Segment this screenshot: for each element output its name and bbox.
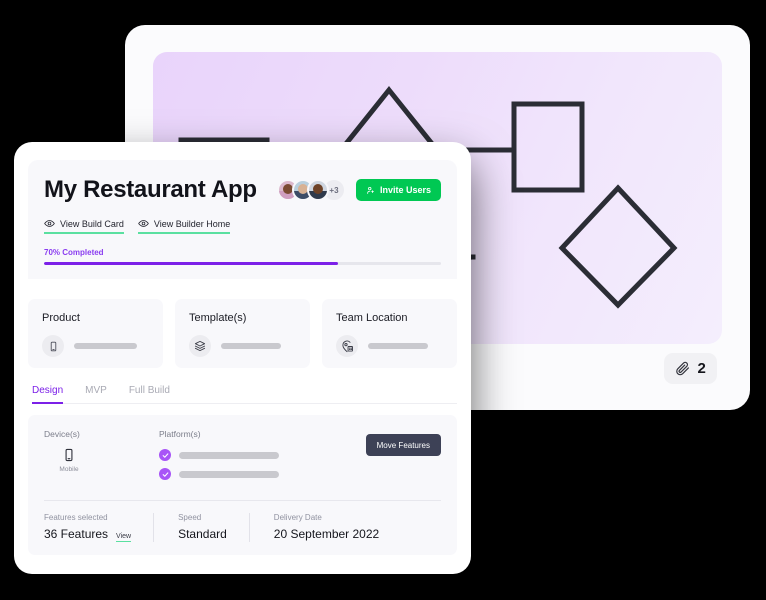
summary-card-placeholder-bar <box>221 343 281 349</box>
device-item-mobile[interactable]: Mobile <box>52 448 86 473</box>
view-builder-home-link[interactable]: View Builder Home <box>137 218 231 234</box>
summary-card-body <box>336 335 443 357</box>
move-features-button[interactable]: Move Features <box>365 434 441 456</box>
project-panel: My Restaurant App +3 Invite Users View B… <box>14 142 471 574</box>
project-hero: My Restaurant App +3 Invite Users View B… <box>28 160 457 279</box>
progress-track <box>44 262 441 265</box>
stat-value-wrap: 20 September 2022 <box>274 527 379 541</box>
invite-users-label: Invite Users <box>379 185 431 195</box>
summary-card-title: Template(s) <box>189 312 247 324</box>
summary-card-title: Product <box>42 312 80 324</box>
avatar[interactable] <box>306 179 329 201</box>
check-circle-icon <box>159 468 171 480</box>
page-title: My Restaurant App <box>44 176 257 203</box>
platform-placeholder-bar <box>179 470 279 478</box>
user-add-icon <box>366 186 375 195</box>
summary-card-team-location[interactable]: Team Location <box>322 299 457 368</box>
stat-features-selected: Features selected 36 Features View <box>44 513 153 542</box>
progress-section: 70% Completed <box>44 248 441 265</box>
stat-value: 36 Features <box>44 527 109 541</box>
mobile-phone-icon <box>42 335 64 357</box>
eye-icon <box>138 218 149 229</box>
tab-design[interactable]: Design <box>32 385 64 404</box>
stat-value: Standard <box>178 527 227 541</box>
detail-top-row: Device(s) Mobile Platform(s) Move Featur… <box>44 429 441 480</box>
summary-card-title: Team Location <box>336 312 408 324</box>
platform-row[interactable] <box>159 468 441 480</box>
detail-divider <box>44 500 441 501</box>
mobile-phone-icon <box>62 448 76 462</box>
progress-label: 70% Completed <box>44 248 104 257</box>
device-label: Mobile <box>59 466 79 473</box>
hero-top-row: My Restaurant App +3 Invite Users <box>44 176 441 204</box>
summary-card-placeholder-bar <box>74 343 137 349</box>
layers-icon <box>189 335 211 357</box>
build-stats: Features selected 36 Features View Speed… <box>44 513 441 542</box>
stat-value: 20 September 2022 <box>273 527 380 541</box>
attachment-count: 2 <box>697 360 706 377</box>
stat-label: Delivery Date <box>273 513 322 522</box>
screenshot-stage: 2 My Restaurant App +3 Invite Users View… <box>0 0 766 600</box>
hero-links: View Build Card View Builder Home <box>44 218 441 234</box>
stat-value-wrap: Standard <box>178 527 227 541</box>
paperclip-icon <box>675 361 690 376</box>
invite-users-button[interactable]: Invite Users <box>355 179 441 201</box>
build-detail-panel: Device(s) Mobile Platform(s) Move Featur… <box>28 415 457 555</box>
summary-card-body <box>42 335 149 357</box>
summary-card-product[interactable]: Product <box>28 299 163 368</box>
check-circle-icon <box>159 449 171 461</box>
summary-card-body <box>189 335 296 357</box>
stat-label: Features selected <box>44 513 108 522</box>
view-builder-home-label: View Builder Home <box>153 218 231 229</box>
summary-cards: Product Template(s) Team Location <box>28 299 457 368</box>
tab-mvp[interactable]: MVP <box>85 385 107 404</box>
progress-fill <box>44 262 338 265</box>
build-stage-tabs: Design MVP Full Build <box>32 385 457 404</box>
stat-label: Speed <box>178 513 202 522</box>
features-view-link[interactable]: View <box>116 533 132 542</box>
view-build-card-label: View Build Card <box>60 218 124 229</box>
hero-actions: +3 Invite Users <box>276 178 441 202</box>
stat-delivery-date: Delivery Date 20 September 2022 <box>248 513 401 542</box>
attachment-badge[interactable]: 2 <box>664 353 717 384</box>
stat-speed: Speed Standard <box>153 513 249 542</box>
view-build-card-link[interactable]: View Build Card <box>44 218 124 234</box>
eye-icon <box>44 218 55 229</box>
devices-heading: Device(s) <box>44 429 80 439</box>
summary-card-placeholder-bar <box>368 343 428 349</box>
tab-full-build[interactable]: Full Build <box>129 385 170 404</box>
summary-card-templates[interactable]: Template(s) <box>175 299 310 368</box>
platform-placeholder-bar <box>179 451 279 459</box>
map-pin-building-icon <box>336 335 358 357</box>
stat-value-wrap: 36 Features View <box>44 527 132 542</box>
avatar-group[interactable]: +3 <box>276 178 346 202</box>
devices-column: Device(s) Mobile <box>44 429 159 480</box>
